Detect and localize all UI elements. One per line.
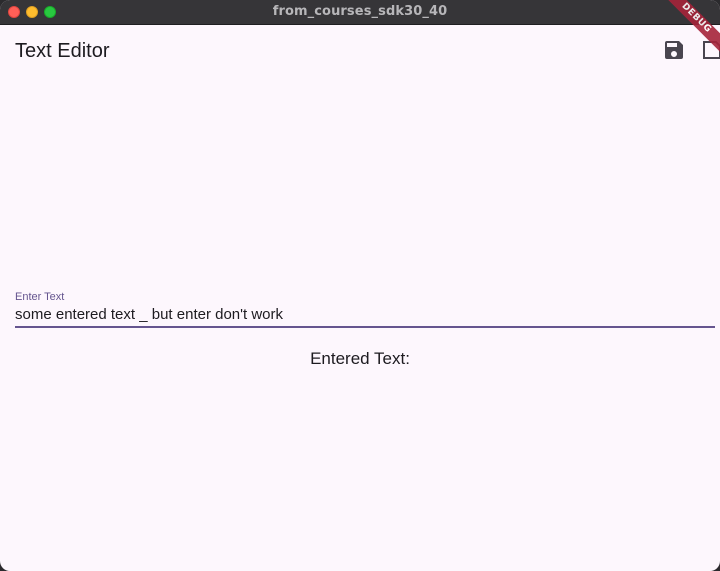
app-window: from_courses_sdk30_40 Text Editor DEBUG … bbox=[0, 0, 720, 571]
window-title: from_courses_sdk30_40 bbox=[272, 4, 448, 19]
save-icon bbox=[665, 41, 683, 59]
text-field-underline bbox=[15, 326, 715, 328]
text-field[interactable]: Enter Text bbox=[15, 288, 715, 329]
text-field-label: Enter Text bbox=[15, 291, 65, 303]
window-titlebar[interactable]: from_courses_sdk30_40 bbox=[0, 0, 720, 25]
save-button[interactable] bbox=[662, 38, 686, 62]
entered-text-label: Entered Text: bbox=[310, 349, 410, 368]
page-title: Text Editor bbox=[15, 40, 110, 62]
text-input[interactable] bbox=[15, 304, 715, 324]
